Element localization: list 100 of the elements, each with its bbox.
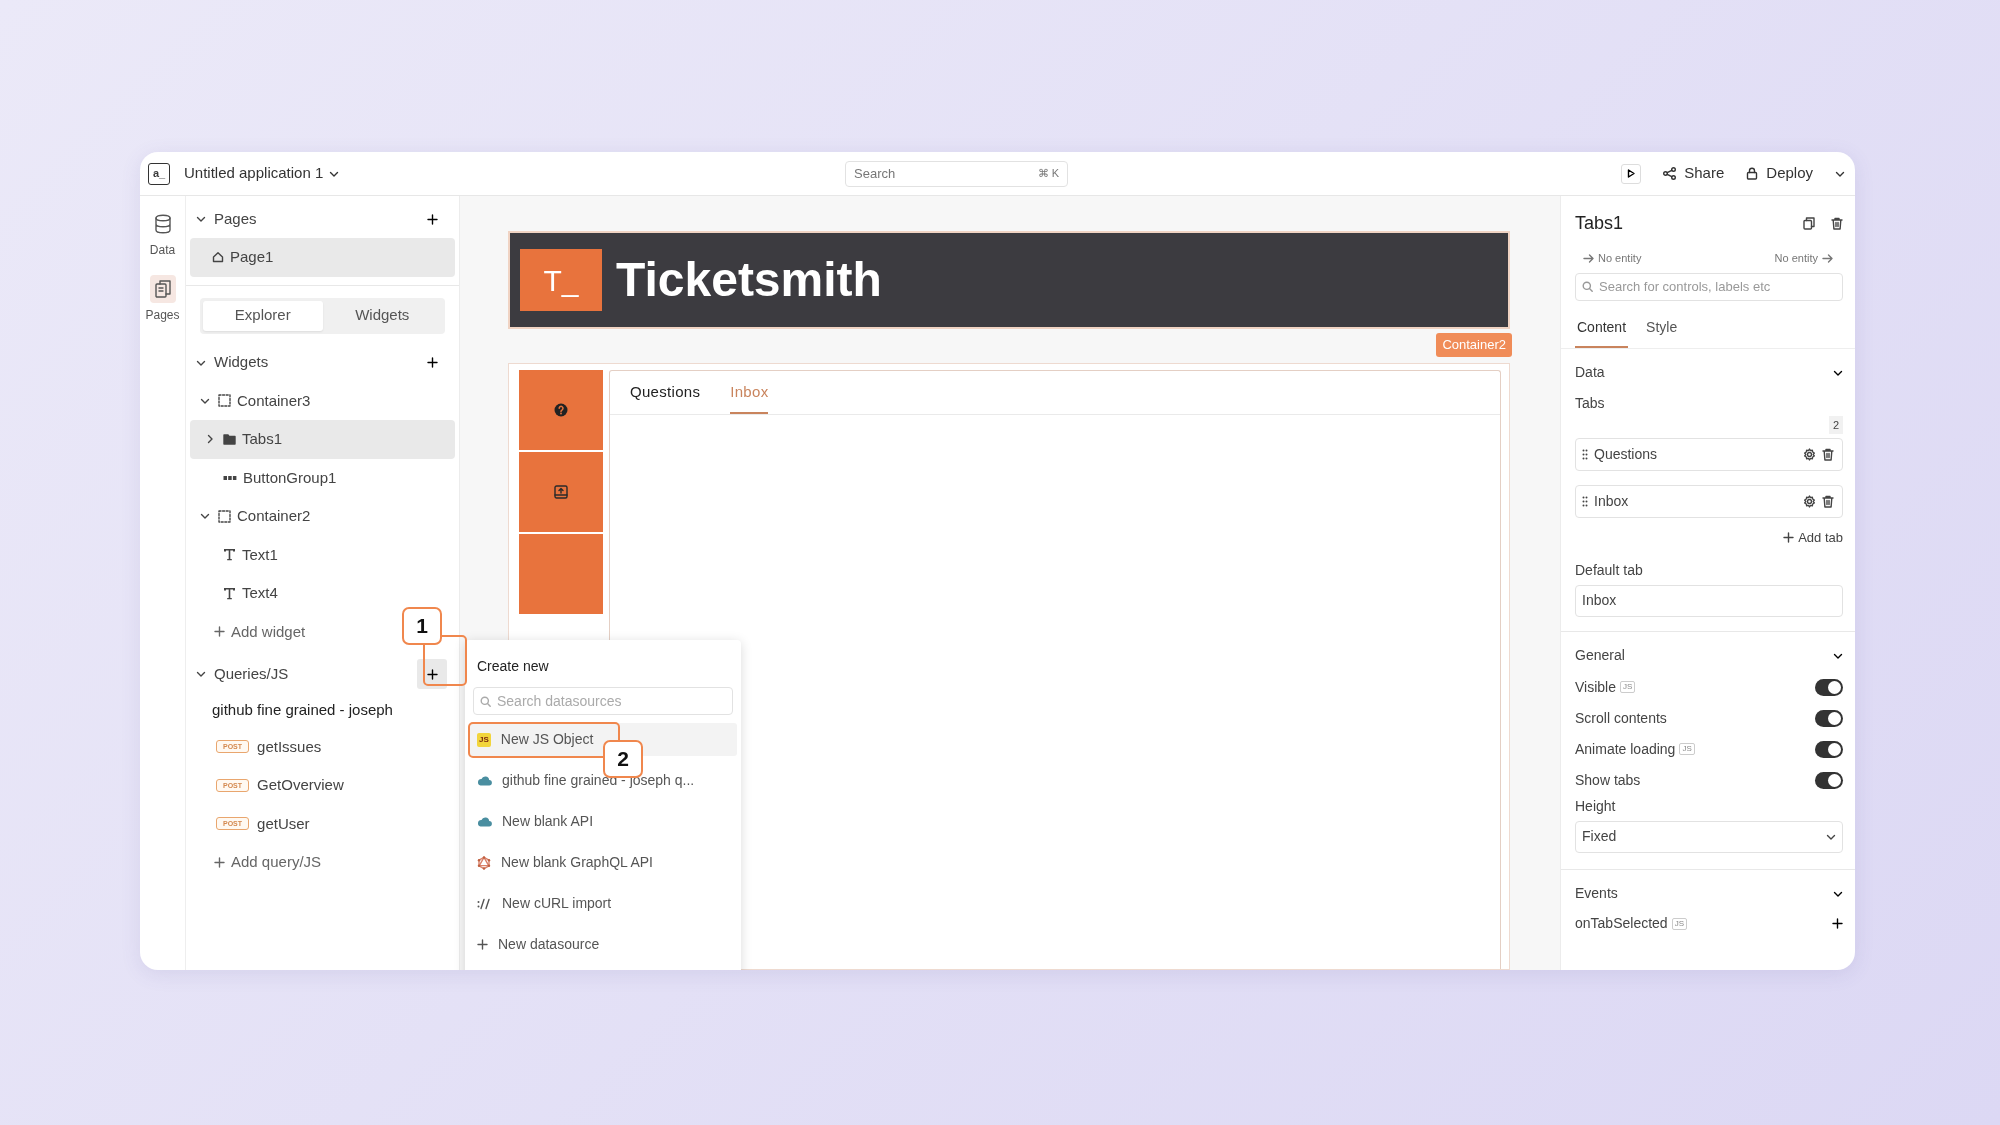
field-label: Scroll contents	[1575, 708, 1667, 728]
slashes-icon	[477, 897, 492, 910]
js-badge[interactable]: JS	[1620, 681, 1636, 693]
add-event-button[interactable]	[1832, 918, 1843, 929]
field-label: Visible	[1575, 677, 1616, 697]
tree-item[interactable]: ButtonGroup1	[190, 458, 455, 497]
trash-icon[interactable]	[1831, 216, 1843, 230]
menu-item[interactable]: New blank GraphQL API	[469, 846, 737, 879]
js-badge[interactable]: JS	[1679, 743, 1695, 755]
search-icon	[1582, 281, 1593, 292]
rail-tab[interactable]: Data	[147, 206, 178, 263]
settings-icon[interactable]	[1803, 448, 1816, 461]
section-title: Widgets	[214, 352, 270, 373]
text-icon	[223, 548, 236, 562]
drag-handle-icon[interactable]	[1582, 449, 1588, 460]
chevron-down-icon	[196, 214, 206, 224]
count-badge: 2	[1828, 415, 1843, 434]
section-title: Pages	[214, 208, 258, 229]
tree-item[interactable]: Container2	[190, 497, 455, 536]
prev-entity-link[interactable]: No entity	[1583, 250, 1642, 267]
copy-icon[interactable]	[1803, 216, 1815, 230]
home-icon	[212, 251, 224, 264]
app-title-dropdown[interactable]: Untitled application 1	[184, 162, 340, 185]
toggle-switch[interactable]	[1815, 709, 1843, 727]
settings-icon[interactable]	[1803, 495, 1816, 508]
field-label: Animate loading	[1575, 739, 1676, 759]
tree-item[interactable]: Container3	[190, 381, 455, 420]
toggle-switch[interactable]	[1815, 771, 1843, 789]
section-title: General	[1575, 646, 1625, 665]
panel-title: Tabs1	[1575, 211, 1625, 235]
app-logo: a_	[148, 162, 170, 185]
search-field[interactable]: Search ⌘ K	[845, 160, 1068, 187]
field-label: onTabSelected	[1575, 914, 1668, 933]
rail-tab[interactable]: Pages	[143, 271, 182, 328]
segment-tab[interactable]: Widgets	[322, 300, 442, 331]
tab[interactable]: Questions	[630, 381, 701, 414]
page-item[interactable]: Page1	[190, 238, 455, 277]
text-icon	[223, 586, 236, 600]
section-title: Queries/JS	[214, 663, 290, 684]
help-icon	[554, 402, 568, 417]
menu-title: Create new	[476, 657, 550, 676]
shortcut-hint: ⌘ K	[1037, 166, 1059, 182]
drag-handle-icon[interactable]	[1582, 496, 1588, 507]
plus-icon	[1783, 532, 1795, 544]
field-label: Show tabs	[1575, 770, 1641, 790]
arrow-right-icon	[1822, 253, 1833, 263]
plus-icon	[214, 856, 225, 868]
segment-tab[interactable]: Explorer	[203, 300, 323, 331]
container-label: Container2	[1436, 333, 1512, 357]
step-number: 1	[402, 607, 442, 645]
js-icon: JS	[477, 732, 491, 747]
plus-icon	[1832, 918, 1843, 929]
menu-item[interactable]: New blank API	[469, 805, 737, 838]
height-select[interactable]: Fixed	[1575, 820, 1843, 853]
deploy-button[interactable]: Deploy	[1746, 162, 1813, 185]
next-entity-link[interactable]: No entity	[1774, 250, 1833, 267]
search-icon	[480, 695, 491, 707]
app-logo: T_	[520, 249, 602, 311]
tree-item[interactable]: Text1	[190, 535, 455, 574]
pages-icon	[153, 279, 172, 299]
play-icon	[1627, 169, 1636, 178]
js-badge[interactable]: JS	[1671, 917, 1687, 930]
tab[interactable]: Content	[1575, 316, 1629, 348]
app-heading: Ticketsmith	[616, 252, 882, 308]
toggle-switch[interactable]	[1815, 678, 1843, 696]
menu-item[interactable]: New datasource	[469, 928, 737, 961]
container-icon	[218, 394, 231, 408]
add-button[interactable]	[417, 659, 447, 689]
tab-item[interactable]: Questions	[1575, 438, 1843, 471]
plus-icon	[214, 626, 225, 638]
upload-box-icon	[554, 484, 568, 499]
trash-icon[interactable]	[1822, 448, 1834, 461]
add-tab-button[interactable]: Add tab	[1783, 528, 1843, 548]
button-group-icon	[223, 474, 237, 481]
plus-icon	[426, 357, 438, 368]
graphql-icon	[477, 855, 491, 870]
chevron-right-icon	[205, 434, 215, 445]
field-label: Height	[1575, 796, 1617, 816]
trash-icon[interactable]	[1822, 495, 1834, 508]
chevron-down-icon	[196, 669, 206, 679]
default-tab-field[interactable]: Inbox	[1575, 584, 1843, 617]
step-number: 2	[603, 740, 643, 778]
arrow-right-icon	[1583, 253, 1594, 263]
field-label: Default tab	[1575, 560, 1644, 580]
tab[interactable]: Style	[1644, 316, 1680, 348]
field-label: Tabs	[1575, 393, 1606, 413]
share-icon	[1663, 167, 1677, 180]
toggle-switch[interactable]	[1815, 740, 1843, 758]
preview-button[interactable]	[1621, 163, 1642, 184]
tab-item[interactable]: Inbox	[1575, 485, 1843, 518]
share-button[interactable]: Share	[1663, 162, 1725, 185]
tree-item[interactable]: Tabs1	[190, 420, 455, 459]
section-title: Data	[1575, 363, 1605, 382]
add-query-link[interactable]: Add query/JS	[190, 843, 455, 882]
menu-item[interactable]: New cURL import	[469, 887, 737, 920]
plus-icon	[477, 939, 488, 950]
section-title: Events	[1575, 884, 1618, 903]
datasource-name: github fine grained - joseph	[211, 700, 394, 720]
container-icon	[218, 509, 231, 523]
plus-icon	[426, 213, 438, 225]
